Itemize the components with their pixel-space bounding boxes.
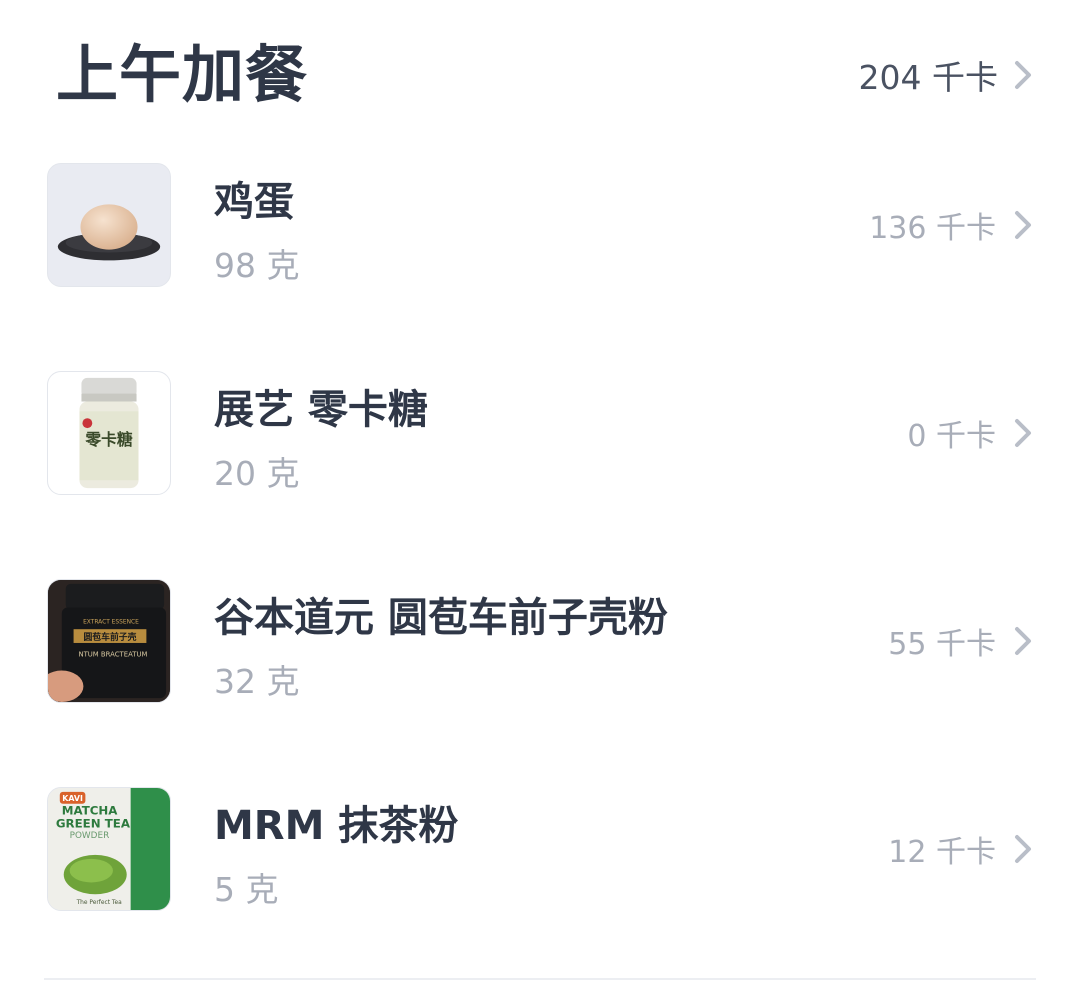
food-weight: 98 克 xyxy=(214,246,300,285)
bag-label-text: GREEN TEA xyxy=(56,816,131,830)
chevron-right-icon xyxy=(1015,211,1031,239)
food-calories-label: 12 千卡 xyxy=(888,835,996,870)
egg-on-plate-image xyxy=(47,163,171,287)
jar-label-text: 圆苞车前子壳 xyxy=(83,631,136,643)
food-name: 谷本道元 圆苞车前子壳粉 xyxy=(214,595,668,641)
bag-brand-text: KAVI xyxy=(62,794,83,803)
meal-title: 上午加餐 xyxy=(56,38,309,111)
bag-label-text: POWDER xyxy=(70,831,110,841)
food-weight: 5 克 xyxy=(214,870,279,909)
jar-label-text: NTUM BRACTEATUM xyxy=(78,651,147,659)
chevron-right-icon xyxy=(1015,835,1031,863)
food-item-row[interactable]: 零卡糖 展艺 零卡糖 20 克 0 千卡 xyxy=(0,371,1080,551)
chevron-right-icon xyxy=(1015,61,1031,89)
food-weight: 20 克 xyxy=(214,454,300,493)
meal-section-header[interactable]: 上午加餐 204 千卡 xyxy=(0,0,1080,150)
bag-label-text: The Perfect Tea xyxy=(76,900,123,906)
meal-total-calories[interactable]: 204 千卡 xyxy=(859,52,1032,98)
food-calories-label: 55 千卡 xyxy=(888,627,996,662)
food-calories[interactable]: 136 千卡 xyxy=(869,205,1032,246)
food-calories[interactable]: 55 千卡 xyxy=(888,621,1032,662)
food-item-row[interactable]: 鸡蛋 98 克 136 千卡 xyxy=(0,163,1080,343)
jar-label-text: EXTRACT ESSENCE xyxy=(83,619,139,625)
food-calories-label: 136 千卡 xyxy=(869,211,996,246)
food-name: 展艺 零卡糖 xyxy=(214,387,428,433)
food-calories[interactable]: 0 千卡 xyxy=(907,413,1032,454)
chevron-right-icon xyxy=(1015,419,1031,447)
jar-label-text: 零卡糖 xyxy=(84,430,132,449)
food-calories-label: 0 千卡 xyxy=(907,419,996,454)
food-item-row[interactable]: EXTRACT ESSENCE 圆苞车前子壳 NTUM BRACTEATUM 谷… xyxy=(0,579,1080,759)
section-divider xyxy=(44,978,1036,980)
chevron-right-icon xyxy=(1015,627,1031,655)
food-item-row[interactable]: KAVI MATCHA GREEN TEA POWDER The Perfect… xyxy=(0,787,1080,967)
food-name: 鸡蛋 xyxy=(214,179,294,225)
matcha-powder-bag-image: KAVI MATCHA GREEN TEA POWDER The Perfect… xyxy=(47,787,171,911)
sweetener-jar-image: 零卡糖 xyxy=(47,371,171,495)
food-calories[interactable]: 12 千卡 xyxy=(888,829,1032,870)
food-weight: 32 克 xyxy=(214,662,300,701)
food-name: MRM 抹茶粉 xyxy=(214,803,459,849)
meal-total-label: 204 千卡 xyxy=(858,58,998,97)
psyllium-husk-jar-image: EXTRACT ESSENCE 圆苞车前子壳 NTUM BRACTEATUM xyxy=(47,579,171,703)
